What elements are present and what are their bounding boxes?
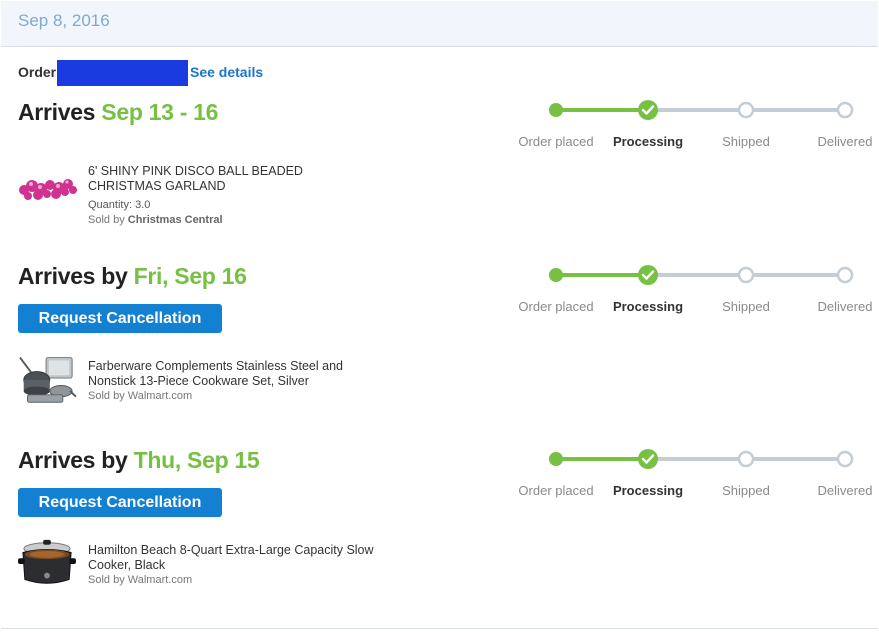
progress-track bbox=[549, 265, 854, 285]
pending-step-circle bbox=[737, 266, 755, 284]
cookware-set-icon bbox=[19, 357, 77, 403]
pending-step-circle bbox=[836, 266, 854, 284]
item-title[interactable]: Hamilton Beach 8-Quart Extra-Large Capac… bbox=[88, 543, 378, 573]
progress-tracker: Order placed Processing Shipped Delivered bbox=[0, 447, 879, 517]
step-label: Order placed bbox=[518, 134, 594, 149]
completed-step-dot bbox=[549, 268, 563, 282]
step-label: Shipped bbox=[722, 299, 770, 314]
item-seller: Sold by Walmart.com bbox=[88, 390, 193, 402]
pending-step-circle bbox=[737, 450, 755, 468]
step-label: Processing bbox=[612, 299, 684, 314]
step-label: Processing bbox=[612, 483, 684, 498]
step-label: Processing bbox=[612, 134, 684, 149]
redacted-order-number bbox=[57, 60, 188, 86]
completed-step-dot bbox=[549, 103, 563, 117]
pending-step-circle bbox=[836, 450, 854, 468]
step-label: Shipped bbox=[722, 483, 770, 498]
slow-cooker-icon bbox=[18, 539, 76, 584]
order-label: Order bbox=[18, 64, 57, 80]
step-label: Delivered bbox=[817, 299, 873, 314]
item-seller: Sold by Walmart.com bbox=[88, 574, 193, 586]
item-title[interactable]: 6' SHINY PINK DISCO BALL BEADED CHRISTMA… bbox=[88, 164, 378, 194]
seller-name: Christmas Central bbox=[127, 214, 223, 226]
item-seller: Sold by Christmas Central bbox=[88, 214, 223, 226]
progress-tracker: Order placed Processing Shipped Delivered bbox=[0, 98, 879, 168]
step-label: Shipped bbox=[722, 134, 770, 149]
step-label: Delivered bbox=[817, 134, 873, 149]
step-label: Order placed bbox=[518, 299, 594, 314]
pending-step-circle bbox=[737, 101, 755, 119]
order-date-header: Sep 8, 2016 bbox=[1, 1, 878, 47]
step-label: Delivered bbox=[817, 483, 873, 498]
item-quantity: Quantity: 3.0 bbox=[88, 199, 150, 211]
order-number-line: Order See details bbox=[18, 60, 263, 86]
step-label: Order placed bbox=[518, 483, 594, 498]
see-details-link[interactable]: See details bbox=[190, 64, 263, 80]
pending-step-circle bbox=[836, 101, 854, 119]
progress-tracker: Order placed Processing Shipped Delivered bbox=[0, 263, 879, 333]
quantity-value: 3.0 bbox=[135, 199, 151, 211]
sold-by-label: Sold by bbox=[88, 214, 125, 226]
check-icon bbox=[638, 449, 658, 469]
progress-track bbox=[549, 449, 854, 469]
bottom-divider bbox=[1, 628, 878, 629]
order-date: Sep 8, 2016 bbox=[18, 11, 110, 30]
completed-step-dot bbox=[549, 452, 563, 466]
check-icon bbox=[638, 265, 658, 285]
pink-bead-garland-icon bbox=[19, 179, 77, 200]
check-icon bbox=[638, 100, 658, 120]
progress-track bbox=[549, 100, 854, 120]
item-title[interactable]: Farberware Complements Stainless Steel a… bbox=[88, 359, 378, 389]
quantity-label: Quantity: bbox=[88, 199, 133, 211]
